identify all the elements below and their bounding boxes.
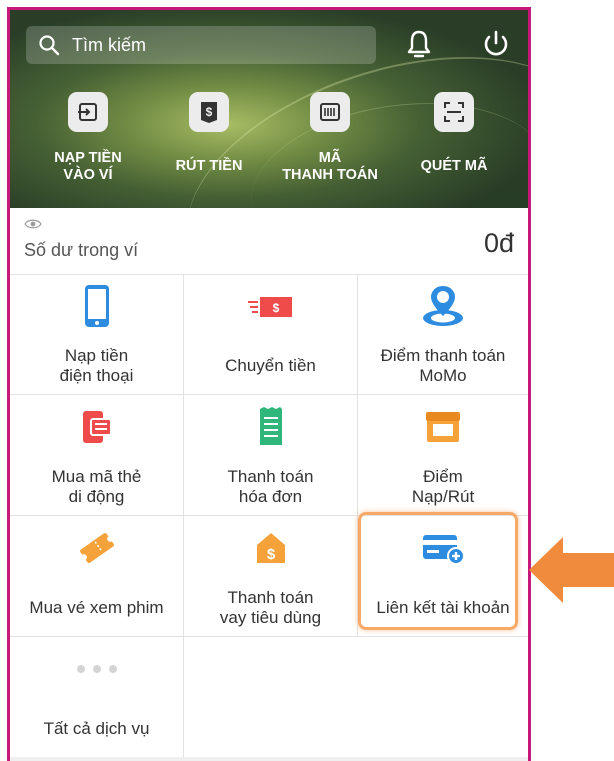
withdraw-icon: $: [189, 92, 229, 132]
bill-icon: [184, 405, 357, 449]
power-icon[interactable]: [480, 28, 512, 60]
movie-ticket-icon: [10, 526, 183, 570]
service-buy-mobile-card[interactable]: Mua mã thẻ di động: [10, 395, 184, 516]
wallet-balance[interactable]: Số dư trong ví 0đ: [10, 208, 528, 275]
action-label: RÚT TIỀN: [175, 158, 243, 174]
scan-code-button[interactable]: QUÉT MÃ: [394, 92, 514, 175]
more-dots-icon: [10, 647, 183, 691]
svg-text:$: $: [272, 301, 279, 315]
withdraw-button[interactable]: $ RÚT TIỀN: [149, 92, 269, 175]
service-label: Chuyển tiền: [225, 356, 316, 375]
bell-icon[interactable]: [404, 28, 434, 60]
service-movie-tickets[interactable]: Mua vé xem phim: [10, 516, 184, 637]
phone-screen: Tìm kiếm NẠP TIỀN VÀO VÍ $ RÚT TIỀN MÃ T…: [7, 7, 531, 761]
store-icon: [358, 405, 528, 449]
service-label: Điểm thanh toán MoMo: [380, 346, 506, 385]
scan-icon: [434, 92, 474, 132]
service-label: Mua mã thẻ di động: [51, 467, 142, 506]
payment-code-button[interactable]: MÃ THANH TOÁN: [270, 92, 390, 184]
eye-icon[interactable]: [24, 218, 42, 230]
service-label: Mua vé xem phim: [29, 598, 164, 617]
service-label: Thanh toán hóa đơn: [227, 467, 314, 506]
search-bar[interactable]: Tìm kiếm: [26, 26, 376, 64]
svg-text:$: $: [266, 546, 275, 563]
loan-house-icon: $: [184, 526, 357, 570]
balance-label: Số dư trong ví: [24, 240, 139, 260]
service-pay-bills[interactable]: Thanh toán hóa đơn: [184, 395, 358, 516]
service-label: Tất cả dịch vụ: [43, 719, 150, 738]
header-banner: Tìm kiếm NẠP TIỀN VÀO VÍ $ RÚT TIỀN MÃ T…: [10, 10, 528, 352]
service-all-services[interactable]: Tất cả dịch vụ: [10, 637, 184, 758]
service-link-account[interactable]: Liên kết tài khoản: [358, 516, 528, 637]
service-consumer-loan[interactable]: $ Thanh toán vay tiêu dùng: [184, 516, 358, 637]
service-money-transfer[interactable]: $ Chuyển tiền: [184, 274, 358, 395]
wallet-in-icon: [68, 92, 108, 132]
link-bank-card-icon: [358, 526, 528, 570]
phone-topup-icon: [10, 284, 183, 328]
search-placeholder: Tìm kiếm: [72, 35, 146, 55]
service-label: Liên kết tài khoản: [376, 598, 510, 617]
action-label: QUÉT MÃ: [420, 158, 488, 174]
search-icon: [39, 35, 60, 56]
action-label: NẠP TIỀN VÀO VÍ: [54, 150, 122, 183]
topup-wallet-button[interactable]: NẠP TIỀN VÀO VÍ: [28, 92, 148, 184]
service-momo-payment-points[interactable]: Điểm thanh toán MoMo: [358, 274, 528, 395]
balance-amount: 0đ: [483, 228, 514, 258]
service-label: Nạp tiền điện thoại: [59, 346, 134, 385]
action-label: MÃ THANH TOÁN: [282, 150, 378, 183]
svg-text:$: $: [206, 105, 213, 119]
service-label: Thanh toán vay tiêu dùng: [219, 588, 322, 627]
mobile-card-icon: [10, 405, 183, 449]
pointer-arrow-icon: [529, 537, 614, 603]
bottom-divider: [10, 757, 528, 761]
money-transfer-icon: $: [184, 284, 357, 328]
service-phone-topup[interactable]: Nạp tiền điện thoại: [10, 274, 184, 395]
map-pin-icon: [358, 284, 528, 328]
service-topup-withdraw-points[interactable]: Điểm Nạp/Rút: [358, 395, 528, 516]
barcode-icon: [310, 92, 350, 132]
service-label: Điểm Nạp/Rút: [411, 467, 475, 506]
